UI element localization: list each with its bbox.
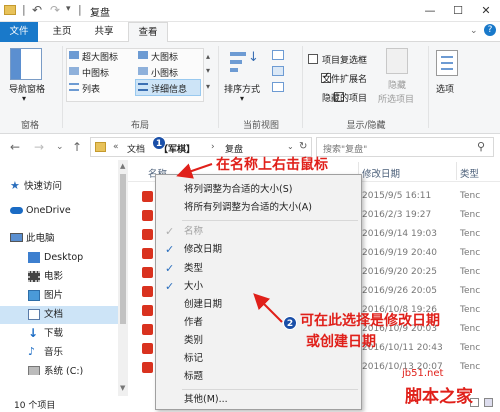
step2-annotation-line1: 可在此选择是修改日期 (300, 313, 440, 329)
step-badge-2: 2 (283, 316, 297, 330)
annotation-arrow-1 (176, 163, 213, 179)
annotation-arrows (176, 163, 283, 323)
step2-annotation-line2: 或创建日期 (306, 334, 376, 350)
watermark-url: jb51.net (402, 368, 444, 379)
annotation-arrow-2 (253, 293, 283, 323)
watermark-logo: 脚本之家 (405, 387, 473, 407)
step-badge-1: 1 (152, 136, 166, 150)
step1-annotation: 在名称上右击鼠标 (216, 157, 328, 173)
